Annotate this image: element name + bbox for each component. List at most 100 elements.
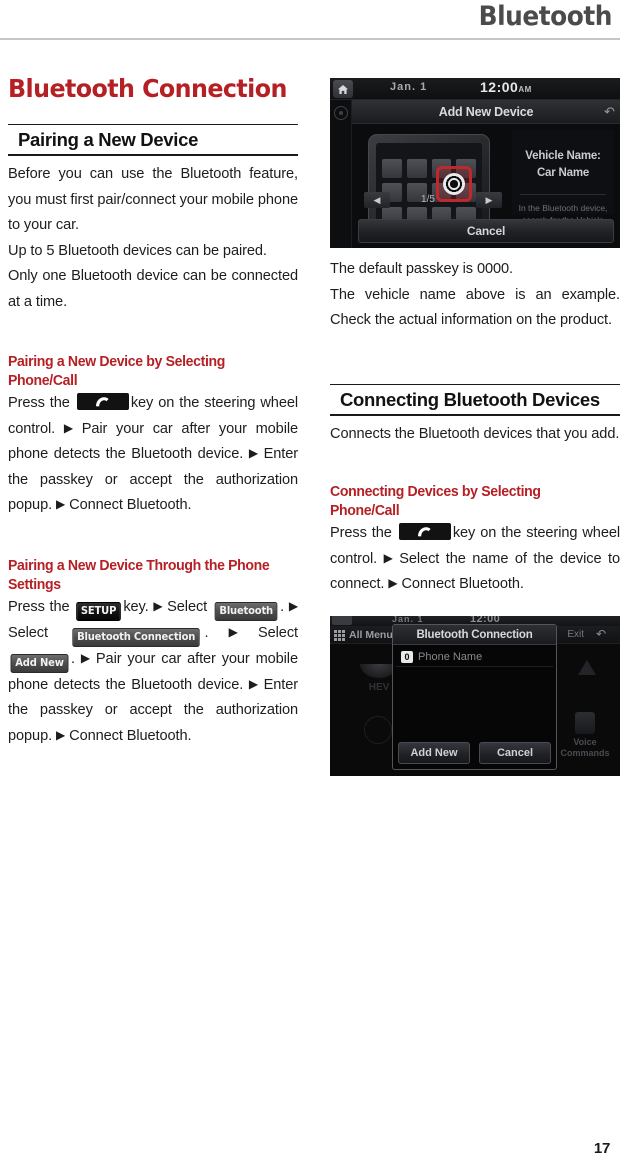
subheading-pairing-by-phone-call: Pairing a New Device by Selecting Phone/…	[8, 354, 226, 389]
subheading-connecting-by-phone-call: Connecting Devices by Selecting Phone/Ca…	[330, 484, 541, 519]
subheading-pairing-through-phone-settings: Pairing a New Device Through the Phone S…	[8, 557, 270, 593]
add-new-button[interactable]: Add New	[398, 741, 470, 764]
bluetooth-device-icon: 0	[401, 650, 413, 663]
app-tile	[406, 159, 427, 178]
arrow-icon: ▶	[248, 446, 258, 460]
section-heading-label: Connecting Bluetooth Devices	[340, 388, 600, 410]
status-date: Jan. 1	[390, 81, 428, 93]
arrow-icon: ▶	[388, 576, 398, 590]
settings-icon[interactable]	[334, 106, 348, 120]
vehicle-name-block: Vehicle Name: Car Name	[512, 148, 614, 182]
page-header: Bluetooth	[0, 0, 620, 42]
exit-button[interactable]: Exit	[567, 628, 584, 642]
caption-paragraph-2: The vehicle name above is an example. Ch…	[330, 286, 620, 329]
warning-triangle-icon	[578, 659, 596, 675]
cancel-button[interactable]: Cancel	[479, 741, 551, 764]
grid-cell	[338, 629, 341, 633]
page-indicator: 1/5	[421, 194, 435, 205]
step-text-7: Select	[258, 624, 298, 641]
grid-cell	[342, 633, 345, 637]
grid-cell	[342, 629, 345, 633]
all-menu-grid-icon[interactable]	[334, 629, 345, 641]
arrow-icon: ▶	[153, 598, 163, 613]
left-rail	[330, 100, 352, 248]
dialog-title: Bluetooth Connection	[393, 624, 556, 645]
header-divider	[0, 38, 620, 40]
next-page-button[interactable]: ▶	[476, 192, 502, 208]
arrow-icon: ▶	[383, 550, 393, 565]
background-circle-icon	[364, 715, 392, 744]
prev-page-button[interactable]: ◀	[364, 192, 390, 208]
back-arrow-icon[interactable]: ↷	[604, 104, 615, 120]
voice-commands-icon	[575, 711, 595, 734]
page-content: Bluetooth Connection Pairing a New Devic…	[0, 60, 620, 1120]
all-menu-label[interactable]: All Menu	[349, 628, 393, 642]
chip-bluetooth: Bluetooth	[214, 601, 278, 621]
arrow-icon: ▶	[56, 727, 66, 742]
app-tile	[382, 159, 402, 178]
status-date: Jan. 1	[392, 615, 424, 624]
status-time-value: 12:00	[480, 79, 519, 95]
step-text-1: Press the	[330, 525, 392, 541]
dialog-title: Add New Device	[352, 100, 620, 124]
grid-cell	[334, 629, 337, 633]
divider	[520, 194, 606, 195]
arrow-icon: ▶	[56, 497, 66, 511]
caption-paragraph-1: The default passkey is 0000.	[330, 261, 513, 277]
screenshot-bluetooth-connection: Jan. 1 12:00 All Menu Exit ↷ HEV Voice C…	[330, 615, 620, 776]
section-heading-connecting: Connecting Bluetooth Devices	[330, 383, 620, 416]
status-time: 12:00AM	[480, 79, 532, 95]
grid-cell	[334, 633, 337, 637]
vehicle-name-label: Vehicle Name:	[525, 150, 601, 162]
intro-paragraph-1: Before you can use the Bluetooth feature…	[8, 166, 298, 233]
voice-commands-label: Voice Commands	[560, 736, 610, 758]
step-text-11: Connect Bluetooth.	[69, 727, 192, 744]
home-icon[interactable]	[333, 80, 353, 98]
add-new-device-dialog: Add New Device ↷ ◀ 1/5 ▶ Vehicle Name: C…	[352, 100, 620, 248]
status-time-ampm: AM	[518, 85, 532, 94]
page-title: Bluetooth Connection	[8, 74, 287, 103]
bluetooth-connection-dialog: Bluetooth Connection 0 Phone Name Add Ne…	[392, 623, 557, 770]
phone-call-key-icon	[398, 523, 451, 540]
right-column: Jan. 1 12:00AM Add New Device ↷ ◀ 1/5 ▶ …	[330, 60, 620, 776]
chapter-title: Bluetooth	[478, 1, 613, 32]
vehicle-name-value: Car Name	[536, 167, 590, 179]
infotainment-status-bar: Jan. 1 12:00AM	[330, 78, 620, 100]
chip-bluetooth-connection: Bluetooth Connection	[72, 627, 201, 647]
dialog-button-row: Add New Cancel	[398, 741, 551, 764]
step-text-1: Press the	[8, 395, 70, 411]
step-text-4: .	[280, 598, 285, 615]
left-column: Bluetooth Connection Pairing a New Devic…	[8, 60, 298, 749]
pager: ◀ 1/5 ▶	[364, 192, 502, 208]
step-text-3: Select	[167, 598, 208, 615]
arrow-icon: ▶	[248, 676, 258, 691]
step-text-5: Select	[8, 624, 48, 641]
grid-cell	[342, 637, 345, 641]
grid-cell	[338, 633, 341, 637]
intro-paragraph-2: Up to 5 Bluetooth devices can be paired.	[8, 242, 267, 259]
cancel-button[interactable]: Cancel	[358, 219, 614, 243]
voice-commands-widget: Voice Commands	[554, 711, 616, 759]
step-text-4: Connect Bluetooth.	[401, 576, 524, 592]
intro-paragraph-3: Only one Bluetooth device can be connect…	[8, 268, 298, 310]
device-name-label: Phone Name	[418, 650, 483, 663]
section-heading-pairing: Pairing a New Device	[8, 124, 298, 156]
arrow-icon: ▶	[288, 598, 298, 613]
device-list-item[interactable]: 0 Phone Name	[396, 647, 553, 667]
arrow-icon: ▶	[63, 420, 73, 435]
step-text-2: key.	[123, 598, 149, 615]
page-number: 17	[593, 1140, 610, 1157]
back-arrow-icon[interactable]: ↷	[596, 627, 606, 641]
step-text-5: Connect Bluetooth.	[69, 497, 192, 513]
arrow-icon: ▶	[80, 650, 91, 665]
connecting-intro: Connects the Bluetooth devices that you …	[330, 425, 620, 442]
step-text-6: .	[204, 624, 209, 641]
step-text-1: Press the	[8, 598, 70, 615]
grid-cell	[334, 637, 337, 641]
grid-cell	[338, 637, 341, 641]
home-icon[interactable]	[332, 615, 352, 625]
pairing-phone-call-steps: Press the key on the steering wheel cont…	[8, 391, 298, 519]
